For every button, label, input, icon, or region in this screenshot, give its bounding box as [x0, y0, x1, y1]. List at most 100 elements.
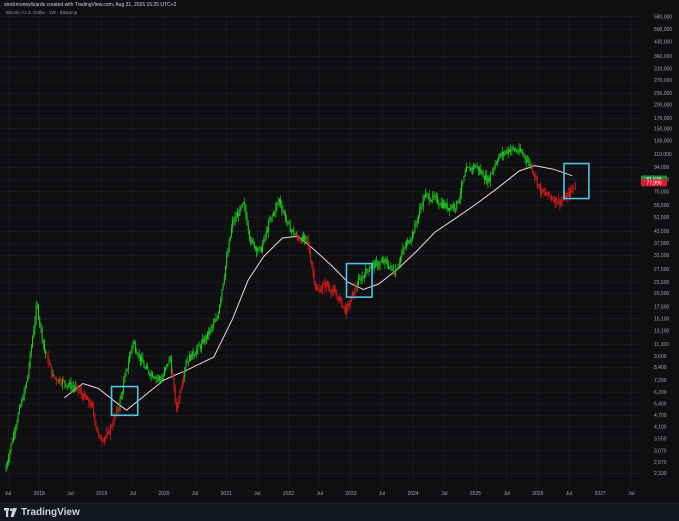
candle-body: [65, 383, 67, 387]
moving-average-line: [63, 165, 573, 411]
grid-lines: [0, 14, 640, 486]
candle-body: [216, 318, 218, 319]
candle-body: [12, 433, 14, 442]
candle-body: [26, 382, 28, 387]
candle-body: [141, 357, 143, 361]
candle-body: [21, 399, 23, 406]
candle-body: [283, 211, 285, 214]
candle-body: [367, 270, 369, 272]
candle-body: [180, 388, 182, 391]
candle-body: [185, 363, 187, 369]
candle-body: [266, 230, 268, 232]
candle-body: [494, 164, 496, 169]
candle-body: [417, 214, 419, 222]
price-axis[interactable]: 580,000 500,000 430,000 360,000 310,000 270,0…: [654, 15, 672, 478]
candle-body: [172, 372, 174, 379]
y-tick-label: 4,700: [654, 413, 667, 419]
candle-body: [126, 368, 128, 370]
candle-body: [290, 230, 292, 233]
x-tick-label: 2023: [345, 491, 356, 497]
candle-body: [298, 237, 300, 241]
chart-window: 580,000 500,000 430,000 360,000 310,000 270,0…: [0, 0, 679, 521]
candle-body: [139, 354, 141, 361]
candle-body: [119, 398, 121, 409]
candle-body: [344, 306, 346, 314]
candle-body: [209, 328, 211, 335]
candle-body: [491, 173, 493, 175]
candle-body: [129, 354, 131, 363]
candle-body: [486, 175, 488, 183]
candle-body: [130, 350, 132, 355]
candle-body: [215, 318, 217, 322]
candle-body: [560, 200, 562, 206]
x-tick-label: Jul: [628, 491, 634, 497]
candle-body: [153, 377, 155, 378]
candle-body: [455, 208, 457, 209]
candle-body: [166, 363, 168, 368]
candle-body: [179, 390, 181, 401]
candle-body: [469, 167, 471, 171]
candle-body: [263, 237, 265, 244]
candle-body: [356, 285, 358, 288]
candle-body: [46, 353, 48, 355]
time-axis[interactable]: Jul 2018 Jul 2019 Jul 2020 Jul 2021 Jul 2022 Jul 20…: [5, 491, 635, 497]
candle-body: [145, 366, 147, 369]
y-tick-label: 4,100: [654, 424, 667, 430]
candle-body: [89, 403, 91, 407]
candle-body: [317, 289, 319, 291]
candle-body: [5, 465, 7, 471]
candle-body: [444, 202, 446, 208]
candle-body: [380, 261, 382, 263]
y-tick-label: 94,000: [654, 165, 670, 171]
candle-body: [84, 393, 86, 398]
x-tick-label: 2026: [532, 491, 543, 497]
candle-body: [464, 172, 466, 177]
candle-body: [97, 432, 99, 435]
y-tick-label: 130,000: [654, 138, 672, 144]
candle-body: [287, 221, 289, 222]
candle-body: [477, 166, 479, 171]
candle-body: [540, 185, 542, 195]
candle-body: [305, 236, 307, 237]
y-tick-label: 430,000: [654, 39, 672, 45]
candle-body: [258, 247, 260, 251]
tradingview-brand[interactable]: TradingView: [4, 507, 80, 518]
x-tick-label: 2027: [595, 491, 606, 497]
candle-body: [187, 360, 189, 362]
x-tick-label: Jul: [566, 491, 572, 497]
candle-body: [80, 391, 81, 392]
candle-body: [524, 155, 526, 159]
candle-body: [238, 213, 240, 216]
footer-bar: TradingView: [0, 503, 679, 521]
candle-body: [241, 203, 243, 207]
candle-body: [231, 227, 232, 237]
candle-body: [120, 394, 122, 399]
candle-body: [76, 385, 78, 387]
y-tick-label: 310,000: [654, 66, 672, 72]
symbol-legend: Bitcoin / U.S. Dollar · 1W · Bitstamp: [6, 10, 78, 15]
y-tick-label: 3,070: [654, 448, 667, 454]
candle-body: [556, 202, 558, 204]
price-chart[interactable]: 580,000 500,000 430,000 360,000 310,000 270,0…: [0, 0, 679, 503]
candle-body: [334, 288, 336, 292]
candle-body: [207, 331, 208, 339]
candle-body: [573, 187, 575, 189]
candle-body: [522, 151, 524, 155]
candle-body: [416, 221, 418, 223]
candle-body: [503, 151, 505, 155]
candle-body: [528, 160, 530, 162]
candle-body: [275, 205, 277, 213]
candle-body: [408, 240, 410, 244]
y-tick-label: 5,400: [654, 402, 667, 408]
candle-body: [429, 200, 431, 202]
candle-body: [479, 169, 481, 171]
candle-body: [203, 339, 205, 344]
candle-body: [343, 305, 345, 307]
candle-body: [51, 366, 53, 376]
candle-body: [47, 354, 49, 364]
y-tick-label: 15,100: [654, 317, 670, 323]
candle-body: [121, 392, 123, 395]
candle-body: [504, 152, 506, 155]
author-watermark: stockmoneylizards created with TradingVi…: [4, 2, 177, 8]
y-tick-label: 27,500: [654, 267, 670, 273]
